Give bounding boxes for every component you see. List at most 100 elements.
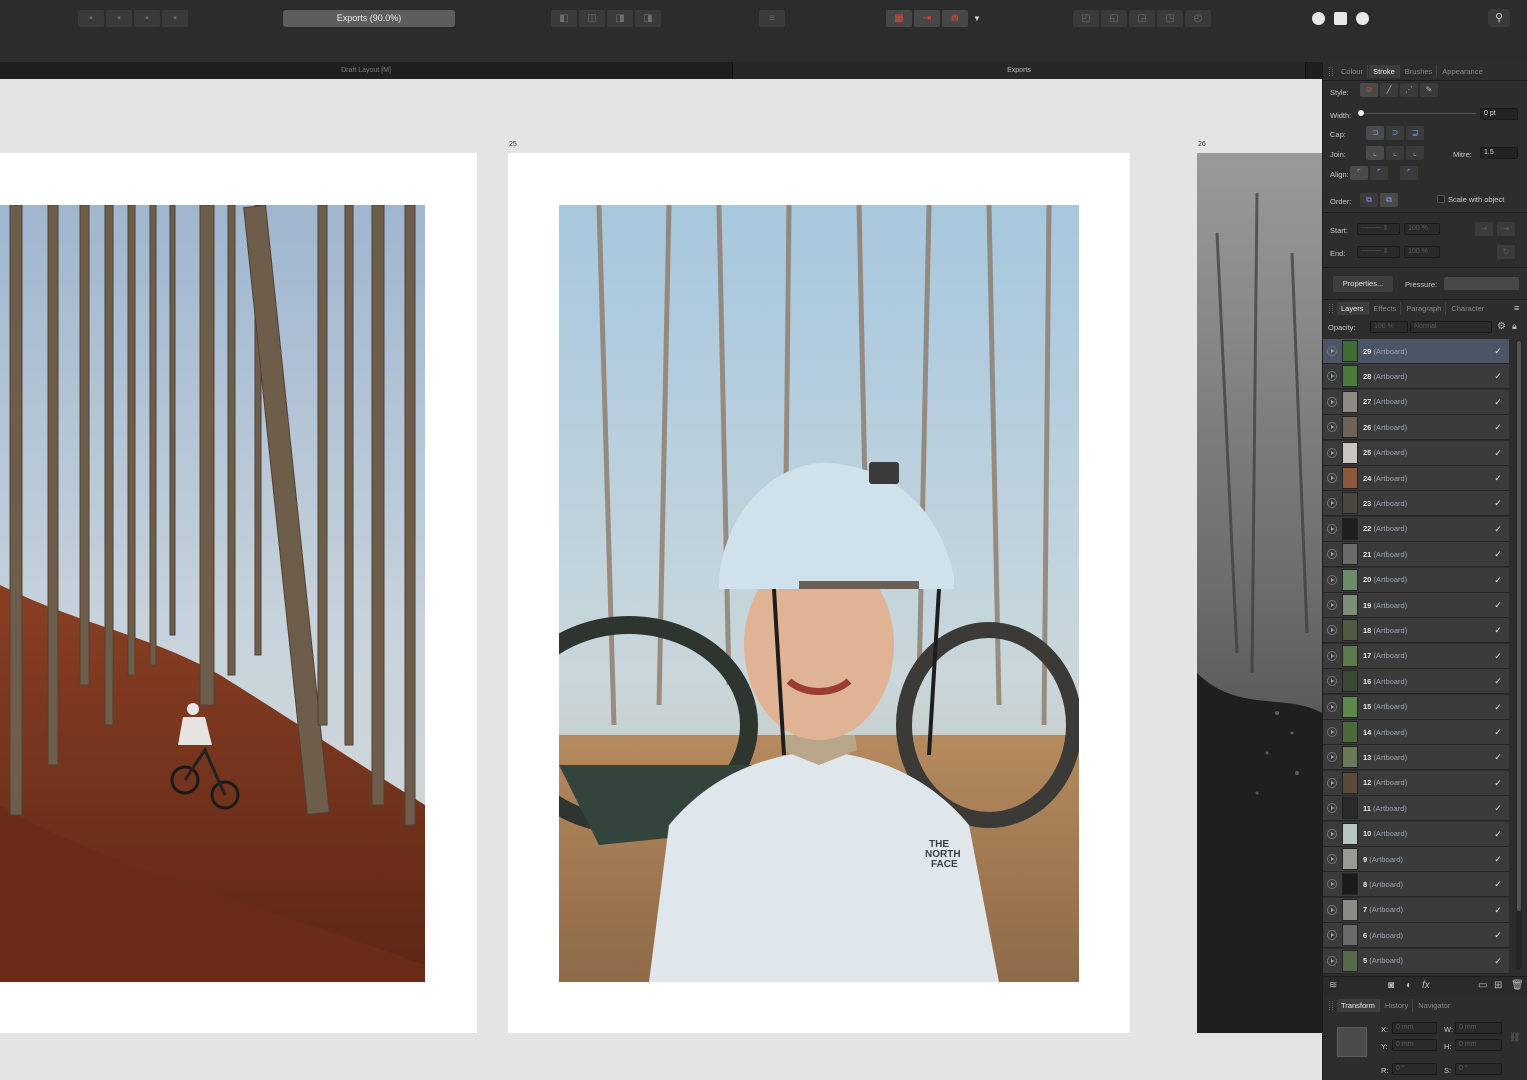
panel-menu-icon[interactable]: ≡ <box>1514 303 1519 313</box>
visibility-checkbox[interactable]: ✓ <box>1493 752 1503 762</box>
anchor-selector[interactable] <box>1337 1027 1367 1057</box>
expand-arrow-icon[interactable] <box>1327 447 1337 458</box>
layers-scrollbar[interactable] <box>1516 339 1522 969</box>
group-icon[interactable]: ⊞ <box>1494 980 1502 991</box>
move-back-icon[interactable]: ▪ <box>78 10 104 27</box>
link-icon[interactable]: ⛓︎ <box>1509 1032 1520 1043</box>
tab-layers[interactable]: Layers <box>1337 302 1369 315</box>
grip-icon[interactable] <box>1329 67 1333 76</box>
layer-row[interactable]: 20 (Artboard) ✓ <box>1323 567 1509 593</box>
visibility-checkbox[interactable]: ✓ <box>1493 473 1503 483</box>
align-outside-icon[interactable]: ⌜ <box>1400 166 1418 180</box>
align-center-stroke-icon[interactable]: ⌜ <box>1370 166 1388 180</box>
layer-row[interactable]: 27 (Artboard) ✓ <box>1323 389 1509 415</box>
w-field[interactable]: 0 mm <box>1455 1022 1502 1034</box>
align-inside-icon[interactable]: ⌜ <box>1350 166 1368 180</box>
end-scale-field[interactable]: 100 % <box>1404 246 1440 258</box>
intersect-icon[interactable]: ◲ <box>1129 10 1155 27</box>
expand-arrow-icon[interactable] <box>1327 904 1337 915</box>
visibility-checkbox[interactable]: ✓ <box>1493 600 1503 610</box>
layer-row[interactable]: 12 (Artboard) ✓ <box>1323 770 1509 796</box>
visibility-checkbox[interactable]: ✓ <box>1493 651 1503 661</box>
export-persona-button[interactable]: Exports (90.0%) <box>283 10 455 27</box>
visibility-checkbox[interactable]: ✓ <box>1493 727 1503 737</box>
layer-row[interactable]: 7 (Artboard) ✓ <box>1323 897 1509 923</box>
h-field[interactable]: 0 mm <box>1455 1039 1502 1051</box>
visibility-checkbox[interactable]: ✓ <box>1493 448 1503 458</box>
expand-arrow-icon[interactable] <box>1327 777 1337 788</box>
expand-arrow-icon[interactable] <box>1327 523 1337 534</box>
expand-arrow-icon[interactable] <box>1327 625 1337 636</box>
layers-stack-icon[interactable]: ≋ <box>1329 980 1337 991</box>
visibility-checkbox[interactable]: ✓ <box>1493 879 1503 889</box>
properties-button[interactable]: Properties... <box>1333 276 1393 292</box>
trash-icon[interactable]: 🗑︎ <box>1511 980 1524 991</box>
add-layer-icon[interactable]: ▭ <box>1478 980 1487 991</box>
layer-row[interactable]: 9 (Artboard) ✓ <box>1323 847 1509 872</box>
square-cap-icon[interactable]: ⊒ <box>1406 126 1424 140</box>
layer-row[interactable]: 17 (Artboard) ✓ <box>1323 643 1509 669</box>
tab-stroke[interactable]: Stroke <box>1369 65 1400 78</box>
move-forward-one-icon[interactable]: ▪ <box>134 10 160 27</box>
pie-icon[interactable] <box>1352 10 1372 27</box>
expand-arrow-icon[interactable] <box>1327 803 1337 814</box>
subtract-icon[interactable]: ◱ <box>1101 10 1127 27</box>
tab-appearance[interactable]: Appearance <box>1438 65 1486 78</box>
layer-row[interactable]: 16 (Artboard) ✓ <box>1323 669 1509 695</box>
width-field[interactable]: 0 pt <box>1480 108 1518 120</box>
snapping-dropdown-icon[interactable]: ▼ <box>970 10 984 27</box>
dashed-line-icon[interactable]: ⋰ <box>1400 83 1418 97</box>
expand-arrow-icon[interactable] <box>1327 727 1337 737</box>
scale-with-object-checkbox[interactable] <box>1437 195 1445 203</box>
layer-row[interactable]: 18 (Artboard) ✓ <box>1323 618 1509 644</box>
stroke-front-icon[interactable]: ⧉ <box>1380 193 1398 207</box>
layer-row[interactable]: 13 (Artboard) ✓ <box>1323 745 1509 771</box>
expand-arrow-icon[interactable] <box>1327 752 1337 763</box>
visibility-checkbox[interactable]: ✓ <box>1493 346 1503 356</box>
tab-character[interactable]: Character <box>1447 302 1488 315</box>
guides-icon[interactable]: ⇥ <box>914 10 940 27</box>
grip-icon[interactable] <box>1329 1001 1333 1010</box>
no-stroke-icon[interactable]: ⊘ <box>1360 83 1378 97</box>
visibility-checkbox[interactable]: ✓ <box>1493 625 1503 635</box>
lock-icon[interactable]: 🔒︎ <box>1512 321 1517 332</box>
visibility-checkbox[interactable]: ✓ <box>1493 524 1503 534</box>
visibility-checkbox[interactable]: ✓ <box>1493 549 1503 559</box>
expand-arrow-icon[interactable] <box>1327 498 1337 509</box>
move-front-icon[interactable]: ▪ <box>162 10 188 27</box>
blend-mode-select[interactable]: Normal <box>1410 321 1492 333</box>
divide-icon[interactable]: ◴ <box>1185 10 1211 27</box>
visibility-checkbox[interactable]: ✓ <box>1493 956 1503 966</box>
user-icon[interactable]: ⚲ <box>1488 9 1510 27</box>
layer-row[interactable]: 21 (Artboard) ✓ <box>1323 542 1509 568</box>
opacity-field[interactable]: 100 % <box>1370 321 1408 333</box>
end-arrowhead-select[interactable]: ──── ⇕ <box>1357 246 1400 258</box>
miter-join-icon[interactable]: ⌞ <box>1366 146 1384 160</box>
visibility-checkbox[interactable]: ✓ <box>1493 575 1503 585</box>
bevel-join-icon[interactable]: ⌞ <box>1406 146 1424 160</box>
expand-arrow-icon[interactable] <box>1327 473 1337 483</box>
snapping-magnet-icon[interactable]: ⋒ <box>942 10 968 27</box>
visibility-checkbox[interactable]: ✓ <box>1493 778 1503 788</box>
start-arrowhead-select[interactable]: ──── ⇕ <box>1357 223 1400 235</box>
layer-row[interactable]: 25 (Artboard) ✓ <box>1323 440 1509 466</box>
layer-row[interactable]: 10 (Artboard) ✓ <box>1323 821 1509 847</box>
expand-arrow-icon[interactable] <box>1327 701 1337 712</box>
adjustment-icon[interactable]: ◐ <box>1406 980 1412 991</box>
expand-arrow-icon[interactable] <box>1327 828 1337 839</box>
s-field[interactable]: 0 ° <box>1455 1063 1502 1075</box>
add-icon[interactable]: ◰ <box>1073 10 1099 27</box>
layer-row[interactable]: 28 (Artboard) ✓ <box>1323 364 1509 390</box>
visibility-checkbox[interactable]: ✓ <box>1493 829 1503 839</box>
tab-colour[interactable]: Colour <box>1337 65 1369 78</box>
align-center-icon[interactable]: ◫ <box>579 10 605 27</box>
photo-bw-rider[interactable] <box>1197 153 1322 1033</box>
tab-paragraph[interactable]: Paragraph <box>1402 302 1447 315</box>
align-left-icon[interactable]: ◧ <box>551 10 577 27</box>
visibility-checkbox[interactable]: ✓ <box>1493 422 1503 432</box>
tab-exports[interactable]: Exports <box>733 62 1306 79</box>
start-scale-field[interactable]: 100 % <box>1404 223 1440 235</box>
butt-cap-icon[interactable]: ⊐ <box>1366 126 1384 140</box>
text-wrap-icon[interactable]: ≡ <box>759 10 785 27</box>
move-back-one-icon[interactable]: ▪ <box>106 10 132 27</box>
